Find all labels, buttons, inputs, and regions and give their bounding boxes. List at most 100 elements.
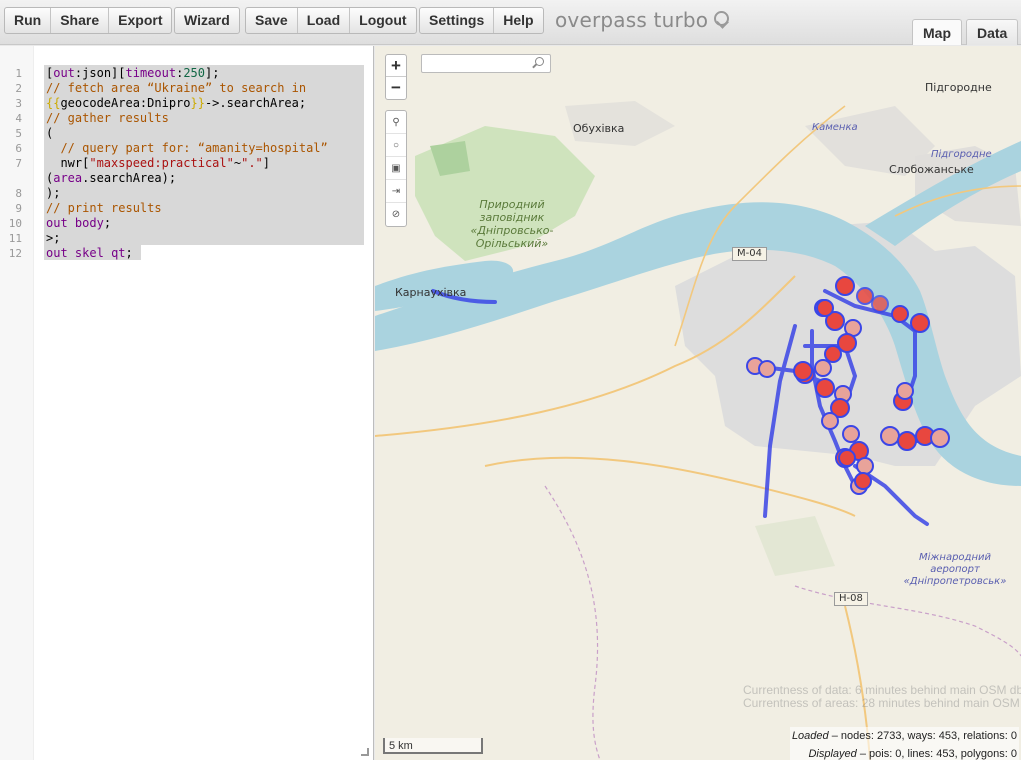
file-button-group: Run Share Export <box>4 7 173 34</box>
tab-map[interactable]: Map <box>912 19 962 45</box>
hospital-poi <box>871 295 889 313</box>
hospital-poi <box>896 382 914 400</box>
code-line-8[interactable]: ); <box>46 186 60 201</box>
hospital-poi <box>910 313 930 333</box>
boundary <box>544 485 601 760</box>
airport-label: Міжнародний аеропорт «Дніпропетровськ» <box>903 552 1007 588</box>
resize-grip-icon[interactable] <box>361 748 369 756</box>
code-line-10[interactable]: out body; <box>46 216 111 231</box>
place-label: Підгородне <box>931 149 992 160</box>
displayed-value: – pois: 0, lines: 453, polygons: 0 <box>856 748 1017 760</box>
currentness-areas-line: Currentness of areas: 28 minutes behind … <box>743 696 1021 710</box>
hospital-poi <box>816 299 834 317</box>
code-line-6[interactable]: // query part for: “amanity=hospital” <box>46 141 327 156</box>
code-line-3[interactable]: {{geocodeArea:Dnipro}}->.searchArea; <box>46 96 306 111</box>
displayed-label: Displayed <box>808 748 857 760</box>
airport-label-line: Міжнародний <box>919 552 991 563</box>
boundary <box>794 585 1021 657</box>
help-button[interactable]: Help <box>494 8 542 33</box>
hospital-poi <box>815 378 835 398</box>
clear-data-icon[interactable]: ⊘ <box>386 203 406 226</box>
tab-data[interactable]: Data <box>966 19 1019 45</box>
fullscreen-toggle-icon[interactable]: ⇥ <box>386 180 406 203</box>
hospital-poi <box>856 457 874 475</box>
code-line-2[interactable]: // fetch area “Ukraine” to search in <box>46 81 306 96</box>
code-line-1[interactable]: [out:json][timeout:250]; <box>46 66 219 81</box>
road-shield-h08: H-08 <box>834 592 868 606</box>
line-number: 11 <box>8 232 22 245</box>
line-number: 5 <box>15 127 22 140</box>
hospital-poi <box>835 276 855 296</box>
loaded-label: Loaded <box>791 730 829 742</box>
road-shield-m04: M-04 <box>732 247 767 261</box>
run-button[interactable]: Run <box>5 8 52 33</box>
hospital-poi <box>821 412 839 430</box>
code-line-7-wrap[interactable]: (area.searchArea); <box>46 171 176 186</box>
field-area <box>755 516 835 576</box>
reserve-label-line: «Дніпровсько- <box>470 224 554 237</box>
place-label: Слобожанське <box>889 163 974 176</box>
road <box>484 456 856 517</box>
reserve-label-line: Природний <box>479 198 545 211</box>
airport-label-line: «Дніпропетровськ» <box>903 576 1007 587</box>
map-search-input[interactable] <box>421 54 551 73</box>
line-number: 2 <box>15 82 22 95</box>
load-button[interactable]: Load <box>298 8 351 33</box>
line-number: 12 <box>8 247 22 260</box>
code-line-7[interactable]: nwr["maxspeed:practical"~"."] <box>46 156 270 171</box>
wizard-button[interactable]: Wizard <box>175 8 239 33</box>
hospital-poi <box>854 472 872 490</box>
wizard-button-group: Wizard <box>174 7 240 34</box>
map-stats: Loaded – nodes: 2733, ways: 453, relatio… <box>789 727 1019 760</box>
hospital-poi <box>838 449 856 467</box>
code-line-4[interactable]: // gather results <box>46 111 169 126</box>
query-editor[interactable]: 1 2 3 4 5 6 7 8 9 10 11 12 [out:json][ti… <box>0 46 374 760</box>
reserve-label-line: заповідник <box>479 211 545 224</box>
toolbar: Run Share Export Wizard Save Load Logout… <box>0 0 1021 45</box>
map-scale-bar: 5 km <box>383 738 483 754</box>
line-number: 7 <box>15 157 22 170</box>
place-label: Підгородне <box>925 81 992 94</box>
hospital-poi <box>897 431 917 451</box>
zoom-out-button[interactable]: − <box>386 77 406 99</box>
app-window: Run Share Export Wizard Save Load Logout… <box>0 0 1021 760</box>
logout-button[interactable]: Logout <box>350 8 415 33</box>
hospital-poi <box>824 345 842 363</box>
airport-label-line: аеропорт <box>930 564 980 575</box>
zoom-in-button[interactable]: + <box>386 55 406 77</box>
save-button[interactable]: Save <box>246 8 298 33</box>
hospital-poi <box>856 287 874 305</box>
hospital-poi <box>758 360 776 378</box>
place-label: Каменка <box>812 122 858 133</box>
search-icon[interactable] <box>535 57 544 66</box>
hospital-poi <box>793 361 813 381</box>
loaded-value: – nodes: 2733, ways: 453, relations: 0 <box>828 730 1017 742</box>
locate-me-icon[interactable]: ○ <box>386 134 406 157</box>
code-line-11[interactable]: >; <box>46 231 60 246</box>
loaded-stats: Loaded – nodes: 2733, ways: 453, relatio… <box>792 727 1017 745</box>
map-view[interactable]: Підгородне Обухівка Каменка Підгородне С… <box>375 46 1021 760</box>
nature-reserve-label: Природний заповідник «Дніпровсько- Оріль… <box>457 198 567 250</box>
hospital-poi <box>842 425 860 443</box>
code-line-5[interactable]: ( <box>46 126 53 141</box>
brand-title: overpass turbo <box>555 8 730 32</box>
reserve-label-line: Орільський» <box>475 237 549 250</box>
place-label: Карнаухівка <box>395 286 467 299</box>
line-number: 9 <box>15 202 22 215</box>
export-button[interactable]: Export <box>109 8 171 33</box>
data-currentness-notice: Currentness of data: 6 minutes behind ma… <box>743 684 1021 710</box>
code-line-12[interactable]: out skel qt; <box>46 246 133 261</box>
hospital-poi <box>930 428 950 448</box>
zoom-to-data-icon[interactable]: ⚲ <box>386 111 406 134</box>
place-label: Обухівка <box>573 122 625 135</box>
storage-button-group: Save Load Logout <box>245 7 417 34</box>
line-number-gutter: 1 2 3 4 5 6 7 8 9 10 11 12 <box>0 46 34 760</box>
hospital-poi <box>814 359 832 377</box>
map-tiles <box>375 101 1021 760</box>
map-tool-buttons: ⚲ ○ ▣ ⇥ ⊘ <box>385 110 407 227</box>
export-image-icon[interactable]: ▣ <box>386 157 406 180</box>
code-line-9[interactable]: // print results <box>46 201 162 216</box>
share-button[interactable]: Share <box>51 8 110 33</box>
settings-button[interactable]: Settings <box>420 8 495 33</box>
line-number: 4 <box>15 112 22 125</box>
